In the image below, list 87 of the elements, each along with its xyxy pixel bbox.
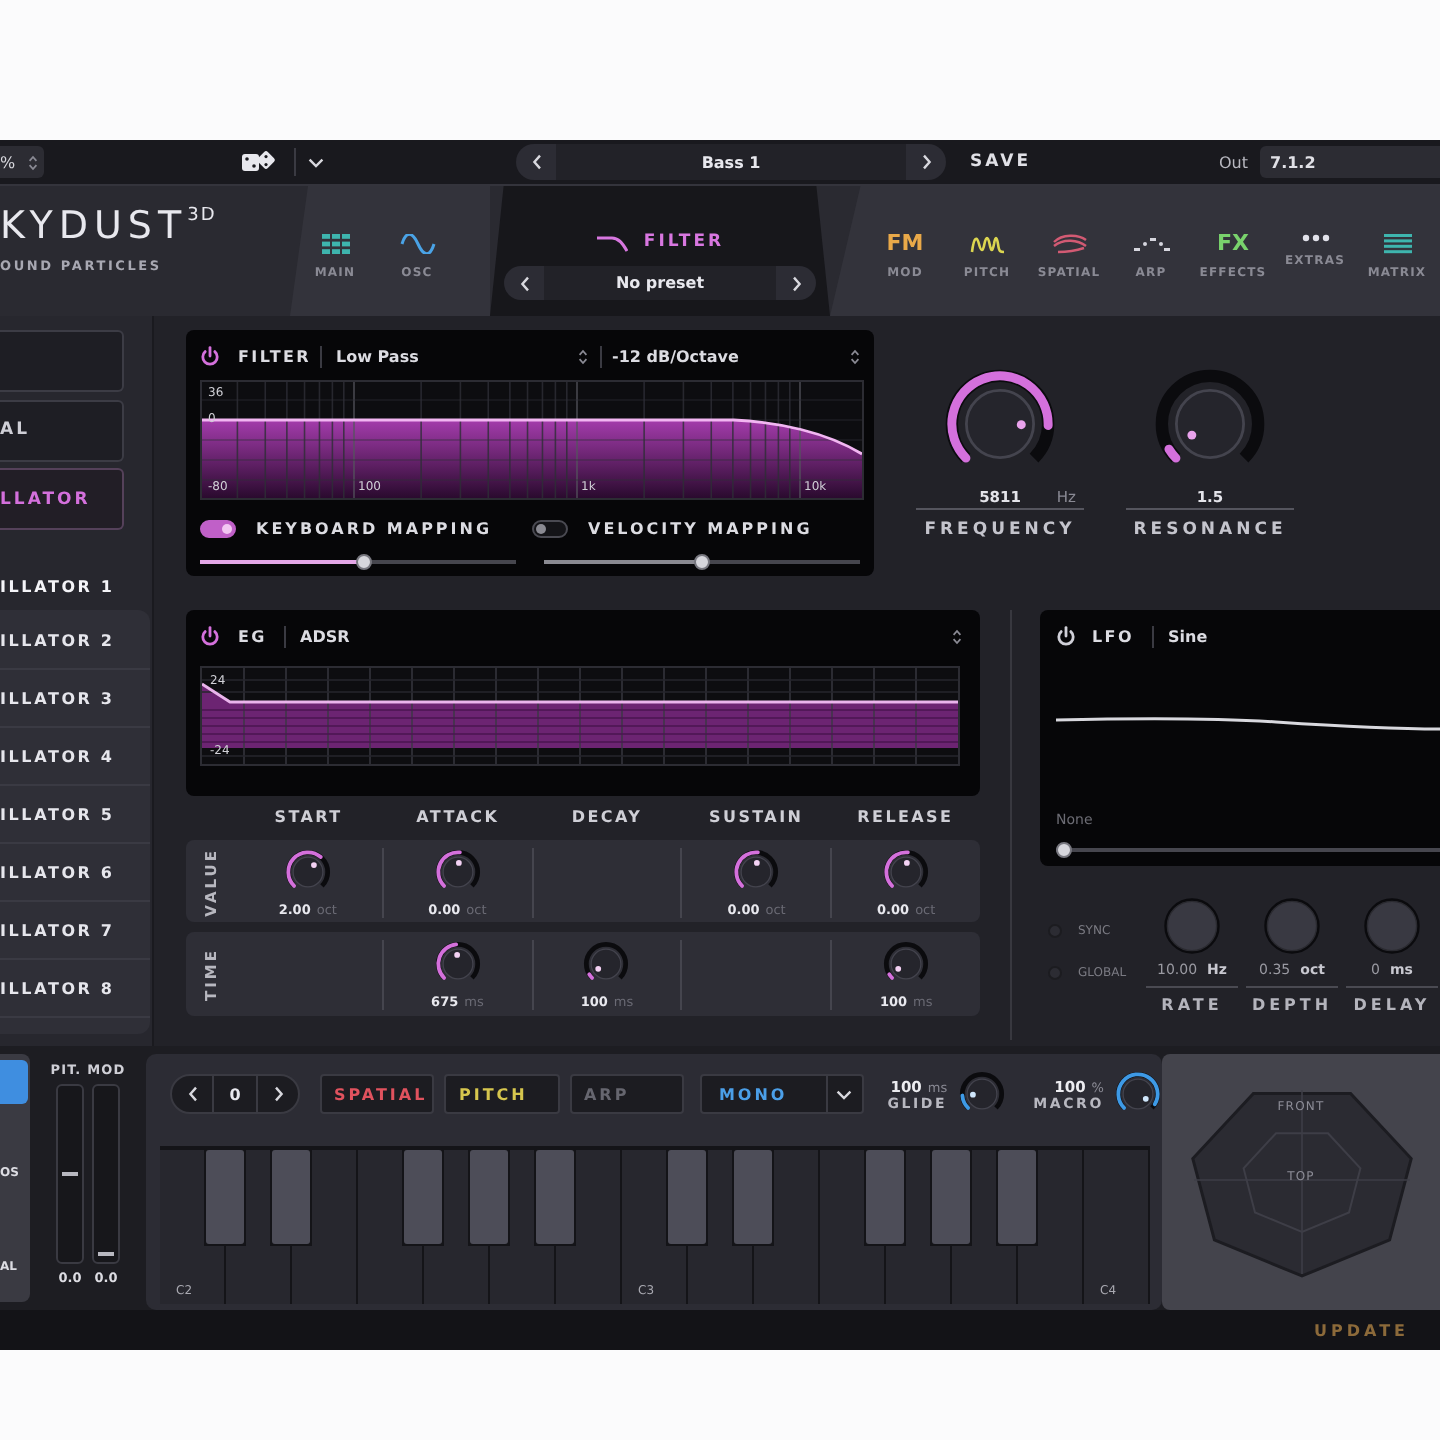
envelope-mode-dropdown[interactable]: ADSR: [300, 622, 966, 650]
tab-glyph: FX: [1217, 234, 1249, 254]
column-header: RELEASE: [857, 808, 954, 830]
sidebar-item[interactable]: ILLATOR 2: [0, 612, 150, 670]
toggle-label: KEYBOARD MAPPING: [256, 519, 493, 537]
natural-key[interactable]: [424, 1150, 488, 1304]
natural-key[interactable]: [490, 1150, 554, 1304]
knob-label: RESONANCE: [1133, 520, 1287, 540]
updown-icon: [578, 347, 588, 365]
natural-key[interactable]: [886, 1150, 950, 1304]
sidebar-item[interactable]: ILLATOR 1: [0, 574, 115, 598]
toggle-switch[interactable]: [200, 519, 236, 537]
sidebar-item[interactable]: ILLATOR 7: [0, 902, 150, 960]
chevron-left-icon: [519, 275, 529, 291]
vertical-slider[interactable]: [92, 1084, 120, 1264]
output-label: Out: [1218, 153, 1248, 171]
natural-key[interactable]: [292, 1150, 356, 1304]
chevron-left-icon: [531, 154, 541, 170]
power-icon[interactable]: [200, 626, 220, 646]
sidebar-item[interactable]: ILLATOR 8: [0, 960, 150, 1018]
slope-dropdown[interactable]: -12 dB/Octave: [612, 342, 864, 370]
toggle-switch[interactable]: [532, 519, 568, 537]
slider[interactable]: [544, 554, 860, 570]
column-header: START: [274, 808, 343, 830]
knob-label: DELAY: [1353, 996, 1431, 1014]
sidebar-item[interactable]: ILLATOR 3: [0, 670, 150, 728]
slider-handle[interactable]: [62, 1172, 78, 1176]
mode-button[interactable]: PITCH: [444, 1074, 560, 1114]
output-field[interactable]: 7.1.2: [1260, 146, 1440, 178]
vertical-slider[interactable]: [56, 1084, 84, 1264]
panel-title: LFO: [1092, 627, 1132, 645]
column-header: SUSTAIN: [709, 808, 804, 830]
slider[interactable]: [1056, 842, 1440, 858]
panel-title: FILTER: [238, 347, 306, 365]
unit-field[interactable]: %: [0, 146, 44, 178]
power-icon[interactable]: [1056, 626, 1076, 646]
slider[interactable]: [200, 554, 516, 570]
slider-thumb[interactable]: [694, 554, 710, 570]
filter-type-dropdown[interactable]: Low Pass: [336, 342, 588, 370]
save-button[interactable]: SAVE: [970, 152, 1032, 172]
knob-label: DEPTH: [1251, 996, 1333, 1014]
mode-button[interactable]: SPATIAL: [320, 1074, 435, 1114]
column-header: DECAY: [571, 808, 643, 830]
slider-thumb[interactable]: [1056, 842, 1072, 858]
module-tab[interactable]: FILTER: [595, 228, 725, 256]
natural-key[interactable]: [1018, 1150, 1082, 1304]
updown-icon: [952, 627, 962, 645]
preset-name-field[interactable]: Bass 1: [556, 144, 906, 180]
natural-key[interactable]: [820, 1150, 884, 1304]
natural-key[interactable]: [556, 1150, 620, 1304]
voice-mode-dropdown[interactable]: MONO: [700, 1074, 864, 1114]
natural-key[interactable]: [754, 1150, 818, 1304]
toggle-label: VELOCITY MAPPING: [588, 519, 813, 537]
logo-wordmark: KYDUST$^{3D}$: [0, 204, 217, 250]
chevron-right-icon: [791, 275, 801, 291]
knob-label: FREQUENCY: [924, 520, 1076, 540]
natural-key[interactable]: [952, 1150, 1016, 1304]
chevron-right-icon: [921, 154, 931, 170]
natural-key[interactable]: [688, 1150, 752, 1304]
updown-icon: [28, 153, 38, 171]
update-button[interactable]: UPDATE: [1314, 1321, 1409, 1339]
sidebar-tab[interactable]: AL: [0, 399, 124, 461]
octave-value: 0: [212, 1076, 258, 1112]
tab-glyph: FM: [886, 234, 924, 254]
sidebar-item[interactable]: ILLATOR 5: [0, 786, 150, 844]
sidebar-item[interactable]: ILLATOR 6: [0, 844, 150, 902]
power-icon[interactable]: [200, 346, 220, 366]
dice-icon[interactable]: [240, 150, 276, 174]
knob-label: RATE: [1161, 996, 1223, 1014]
chevron-down-icon: [836, 1089, 853, 1099]
dropdown-button[interactable]: [308, 157, 324, 167]
shape-selector[interactable]: Sine: [1168, 622, 1208, 650]
chevron-right-icon: [273, 1086, 283, 1102]
sidebar-tab[interactable]: LLATOR: [0, 468, 124, 530]
chevron-down-icon: [308, 157, 324, 167]
sidebar-item[interactable]: ILLATOR 4: [0, 728, 150, 786]
slider-handle[interactable]: [98, 1252, 114, 1256]
sidebar-tab[interactable]: [0, 330, 124, 392]
preset-name-field[interactable]: No preset: [544, 266, 776, 300]
updown-icon: [850, 347, 860, 365]
natural-key[interactable]: [358, 1150, 422, 1304]
slider-thumb[interactable]: [356, 554, 372, 570]
panel-title: EG: [238, 627, 266, 645]
chevron-left-icon: [187, 1086, 197, 1102]
natural-key[interactable]: [226, 1150, 290, 1304]
toggle-button[interactable]: [0, 1060, 28, 1104]
column-header: ATTACK: [416, 808, 500, 830]
